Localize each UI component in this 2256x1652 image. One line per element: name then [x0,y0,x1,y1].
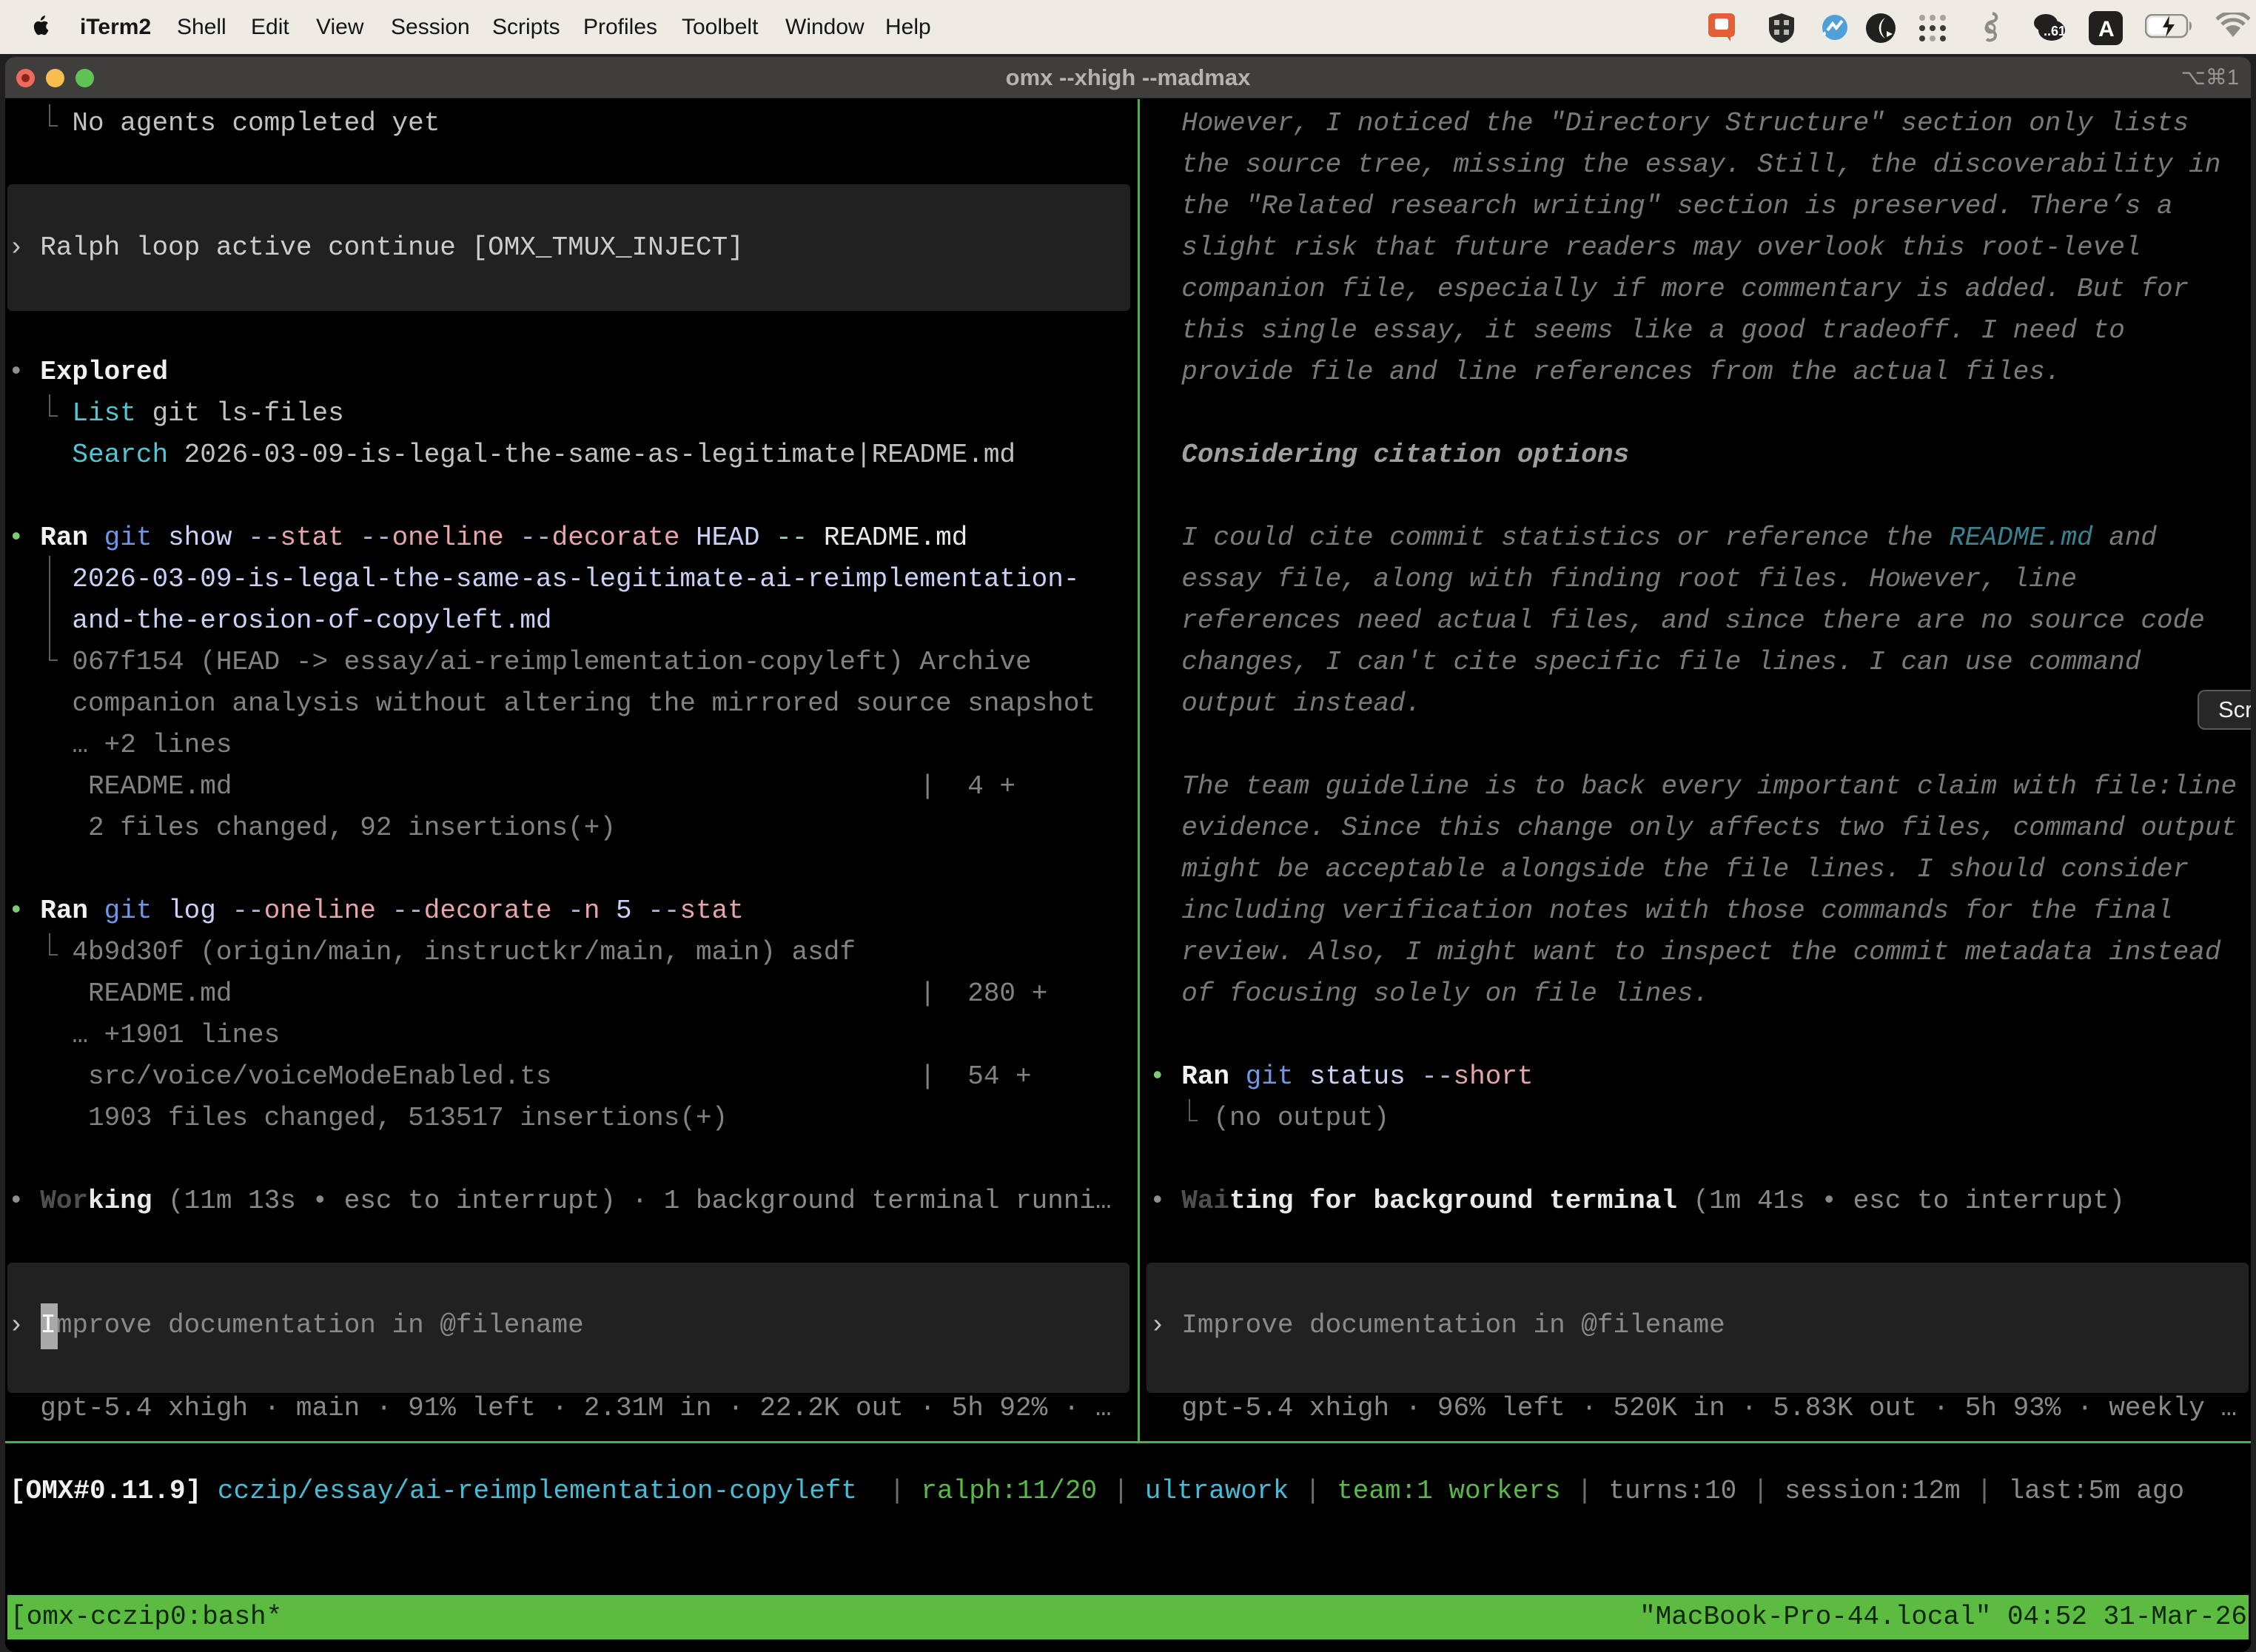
svg-text:A: A [2098,17,2115,41]
svg-text:..61: ..61 [2044,24,2066,38]
